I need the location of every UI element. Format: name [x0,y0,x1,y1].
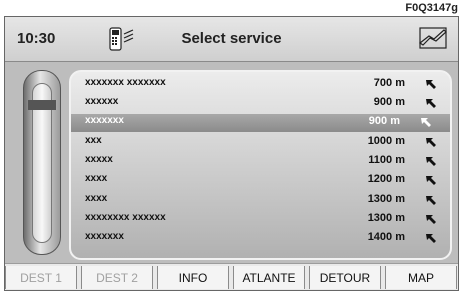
softkey-atlante[interactable]: ATLANTE [233,266,305,289]
distance-value: 900 m [368,115,400,127]
list-item-selected[interactable]: xxxxxxx 900 m [71,114,450,132]
service-name: xxx [85,135,102,146]
service-name: xxxxx [85,154,113,165]
service-name: xxxxxxxx xxxxxx [85,212,166,223]
distance-value: 900 m [373,96,405,108]
distance-value: 1100 m [368,154,405,166]
softkey-dest2[interactable]: DEST 2 [81,266,153,289]
service-name: xxxxxxx [85,231,124,242]
distance-value: 1200 m [367,173,405,185]
direction-arrow-icon [421,118,431,127]
list-item[interactable]: xxxxx 1100 m [77,153,445,171]
list-area: xxxxxxx xxxxxxx 700 m xxxxxx 900 m xxxxx… [5,62,458,263]
distance-value: 1000 m [367,135,405,147]
softkey-map[interactable]: MAP [385,266,457,289]
direction-arrow-icon [426,196,436,205]
list-item[interactable]: xxx 1000 m [77,134,445,152]
direction-arrow-icon [426,157,436,166]
softkey-dest1[interactable]: DEST 1 [5,266,77,289]
direction-arrow-icon [426,138,436,147]
service-name: xxxxxx [85,96,119,107]
softkey-bar: DEST 1 DEST 2 INFO ATLANTE DETOUR MAP [5,263,458,290]
direction-arrow-icon [426,80,436,89]
page-title: Select service [181,30,282,47]
list-item[interactable]: xxxx 1300 m [77,192,445,210]
direction-arrow-icon [426,234,436,243]
service-name: xxxx [85,173,108,184]
softkey-detour[interactable]: DETOUR [309,266,381,289]
list-item[interactable]: xxxxxx 900 m [77,95,445,113]
service-name: xxxx [85,193,108,204]
navigation-screen: 10:30 Select service xxxxxxx xxxxxxx 700… [4,16,459,291]
direction-arrow-icon [426,215,436,224]
list-item[interactable]: xxxxxxx xxxxxxx 700 m [77,76,445,94]
distance-value: 1400 m [367,231,405,243]
distance-value: 700 m [373,77,405,89]
header-bar: 10:30 Select service [5,17,458,62]
service-name: xxxxxxx [85,115,124,126]
list-item[interactable]: xxxxxxx 1400 m [77,230,445,248]
direction-arrow-icon [426,176,436,185]
list-item[interactable]: xxxx 1200 m [77,172,445,190]
scrollbar[interactable] [23,70,61,255]
figure-reference: F0Q3147g [405,2,458,14]
direction-arrow-icon [426,99,436,108]
navigation-map-icon[interactable] [418,25,448,51]
service-list: xxxxxxx xxxxxxx 700 m xxxxxx 900 m xxxxx… [69,70,452,260]
distance-value: 1300 m [367,193,405,205]
distance-value: 1300 m [367,212,405,224]
softkey-info[interactable]: INFO [157,266,229,289]
service-name: xxxxxxx xxxxxxx [85,77,166,88]
list-item[interactable]: xxxxxxxx xxxxxx 1300 m [77,211,445,229]
scrollbar-thumb[interactable] [28,100,56,110]
